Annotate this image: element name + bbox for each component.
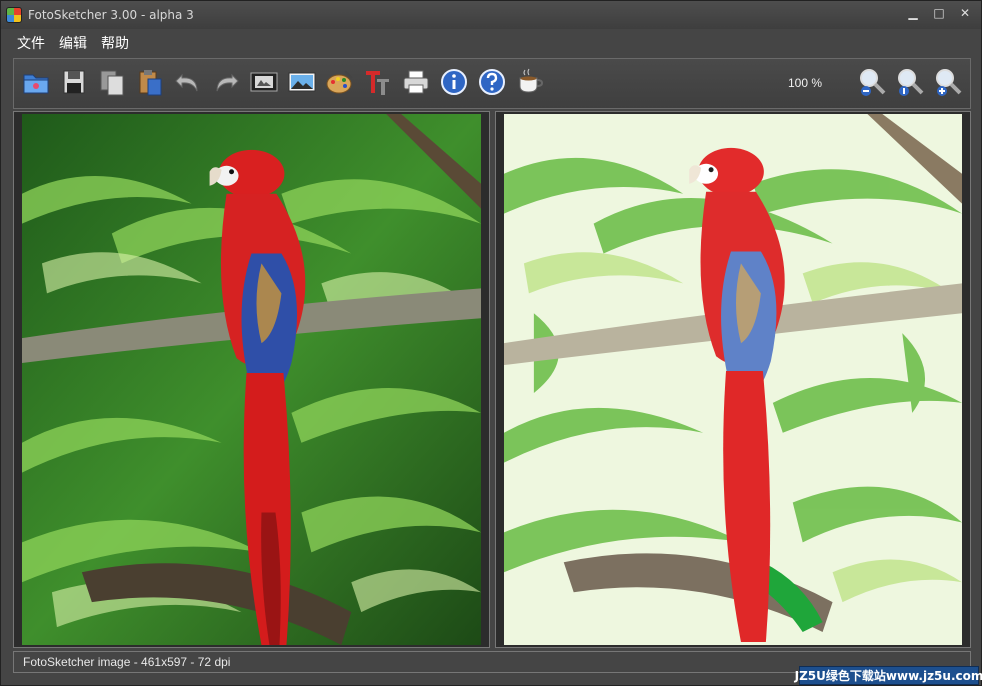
zoom-out-button[interactable] bbox=[856, 67, 888, 97]
help-icon bbox=[479, 69, 505, 95]
open-button[interactable] bbox=[20, 67, 52, 97]
watermark-badge: JZ5U绿色下载站www.jz5u.com bbox=[795, 666, 982, 685]
app-logo-icon[interactable] bbox=[6, 7, 22, 23]
original-photo bbox=[22, 114, 481, 645]
watermark-text: JZ5U绿色下载站www.jz5u.com bbox=[794, 669, 982, 683]
toolbar: 100 % bbox=[13, 58, 971, 109]
redo-icon bbox=[216, 73, 239, 92]
menu-help[interactable]: 帮助 bbox=[101, 33, 129, 53]
close-button[interactable]: ✕ bbox=[957, 5, 973, 21]
palette-button[interactable] bbox=[324, 67, 356, 97]
print-button[interactable] bbox=[400, 67, 432, 97]
text-button[interactable] bbox=[362, 67, 394, 97]
copy-button[interactable] bbox=[96, 67, 128, 97]
open-folder-icon bbox=[23, 74, 49, 94]
film-strip-icon bbox=[250, 72, 278, 92]
save-disk-icon bbox=[63, 70, 85, 94]
zoom-level-display: 100 % bbox=[788, 76, 823, 90]
redo-button[interactable] bbox=[210, 67, 242, 97]
info-button[interactable] bbox=[438, 67, 470, 97]
donate-button[interactable] bbox=[514, 67, 546, 97]
undo-button[interactable] bbox=[172, 67, 204, 97]
zoom-actual-button[interactable] bbox=[894, 67, 926, 97]
copy-icon bbox=[100, 70, 124, 96]
picture-button[interactable] bbox=[286, 67, 318, 97]
menu-file[interactable]: 文件 bbox=[17, 33, 45, 53]
save-button[interactable] bbox=[58, 67, 90, 97]
undo-icon bbox=[175, 73, 198, 92]
help-button[interactable] bbox=[476, 67, 508, 97]
printer-icon bbox=[403, 70, 429, 94]
info-icon bbox=[441, 69, 467, 95]
sketched-photo bbox=[504, 114, 962, 645]
zoom-out-icon bbox=[860, 69, 886, 96]
paste-button[interactable] bbox=[134, 67, 166, 97]
menu-bar: 文件 编辑 帮助 bbox=[1, 29, 981, 57]
zoom-in-icon bbox=[936, 69, 962, 96]
menu-edit[interactable]: 编辑 bbox=[59, 33, 87, 53]
minimize-button[interactable]: ▁ bbox=[905, 5, 921, 21]
zoom-actual-icon bbox=[898, 69, 924, 96]
batch-button[interactable] bbox=[248, 67, 280, 97]
image-info-status: FotoSketcher image - 461x597 - 72 dpi bbox=[23, 655, 231, 669]
window-controls: ▁ □ ✕ bbox=[905, 5, 973, 21]
maximize-button[interactable]: □ bbox=[931, 5, 947, 21]
window-title: FotoSketcher 3.00 - alpha 3 bbox=[28, 8, 194, 22]
paste-icon bbox=[139, 70, 162, 96]
picture-icon bbox=[288, 72, 316, 92]
title-bar[interactable]: FotoSketcher 3.00 - alpha 3 ▁ □ ✕ bbox=[1, 1, 981, 29]
coffee-cup-icon bbox=[519, 68, 544, 93]
original-image-panel[interactable] bbox=[13, 111, 490, 648]
parrot-sketch-image bbox=[504, 114, 962, 645]
zoom-in-button[interactable] bbox=[932, 67, 964, 97]
paint-palette-icon bbox=[326, 70, 353, 94]
sketch-image-panel[interactable] bbox=[495, 111, 971, 648]
text-tool-icon bbox=[366, 71, 389, 95]
app-window: FotoSketcher 3.00 - alpha 3 ▁ □ ✕ 文件 编辑 … bbox=[0, 0, 982, 686]
parrot-photo-image bbox=[22, 114, 481, 645]
